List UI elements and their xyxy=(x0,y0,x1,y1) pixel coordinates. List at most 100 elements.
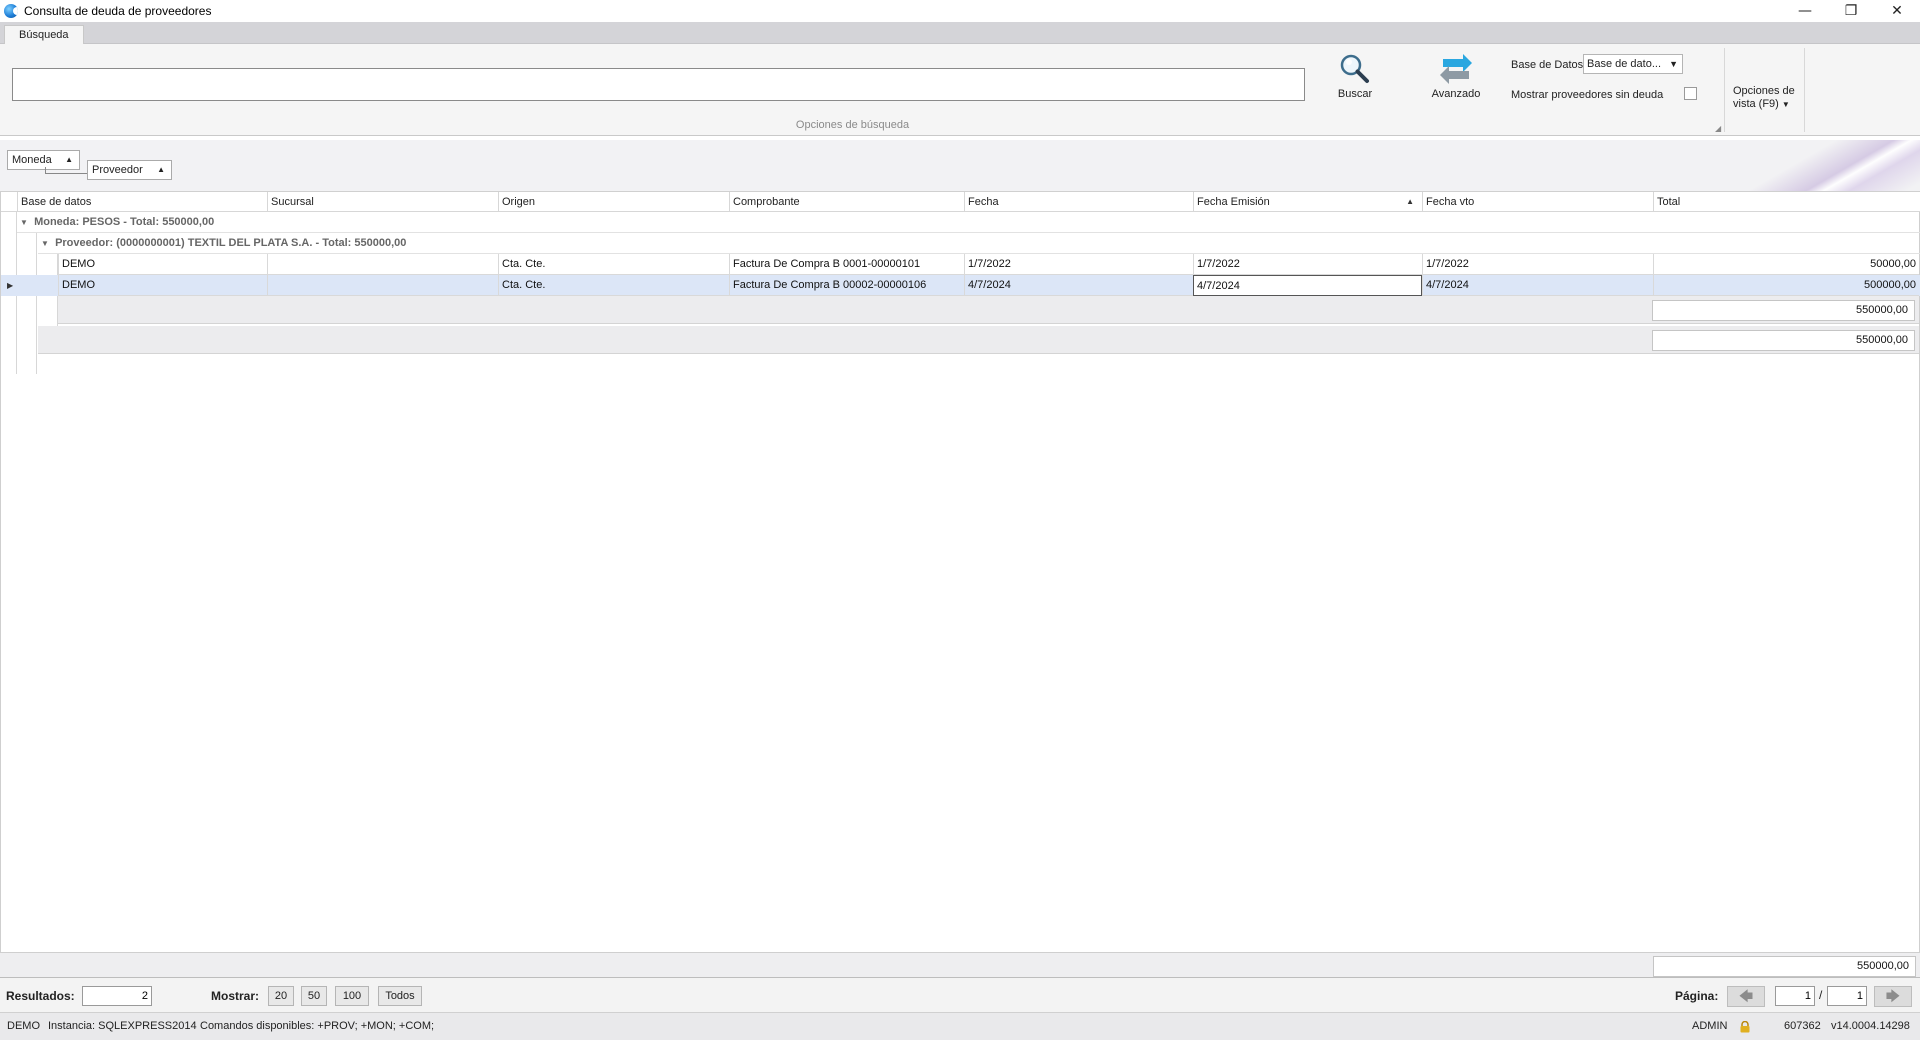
cell-fecha-vto[interactable]: 4/7/2024 xyxy=(1422,275,1653,296)
dialog-launcher-icon[interactable]: ◢ xyxy=(1715,124,1721,133)
cell-base[interactable]: DEMO xyxy=(58,254,267,275)
column-header-label: Fecha Emisión xyxy=(1197,196,1270,208)
ribbon-separator xyxy=(1804,48,1805,132)
db-select-value: Base de dato... xyxy=(1587,58,1661,70)
group-footer-moneda: 550000,00 xyxy=(38,326,1919,354)
page-current-input[interactable] xyxy=(1775,986,1815,1006)
cell-fecha-vto[interactable]: 1/7/2022 xyxy=(1422,254,1653,275)
grid-footer: 550000,00 xyxy=(0,952,1920,978)
column-header-total[interactable]: Total xyxy=(1653,192,1919,212)
current-row-icon: ▶ xyxy=(7,281,14,290)
group-chip-label: Proveedor xyxy=(92,164,143,176)
app-icon xyxy=(4,4,18,18)
cell-fecha[interactable]: 1/7/2022 xyxy=(964,254,1193,275)
page-size-50-button[interactable]: 50 xyxy=(301,986,327,1006)
window-controls: — ❐ ✕ xyxy=(1782,0,1920,22)
cell-comprobante[interactable]: Factura De Compra B 00002-00000106 xyxy=(729,275,964,296)
close-button[interactable]: ✕ xyxy=(1874,0,1920,22)
collapse-icon[interactable]: ▼ xyxy=(17,212,31,233)
group-row-label: Proveedor: (0000000001) TEXTIL DEL PLATA… xyxy=(55,237,407,249)
status-number: 607362 xyxy=(1784,1020,1821,1032)
cell-fecha-emision-focused[interactable]: 4/7/2024 xyxy=(1193,275,1422,296)
page-total-input xyxy=(1827,986,1867,1006)
restore-button[interactable]: ❐ xyxy=(1828,0,1874,22)
results-label: Resultados: xyxy=(6,989,75,1003)
column-header-fecha-vto[interactable]: Fecha vto xyxy=(1422,192,1653,212)
page-separator: / xyxy=(1819,988,1823,1002)
sort-up-icon: ▲ xyxy=(157,165,165,174)
page-size-20-button[interactable]: 20 xyxy=(268,986,294,1006)
page-size-all-button[interactable]: Todos xyxy=(378,986,422,1006)
cell-total[interactable]: 50000,00 xyxy=(1653,254,1919,275)
cell-sucursal[interactable] xyxy=(267,275,498,296)
group-row-moneda[interactable]: ▼ Moneda: PESOS - Total: 550000,00 xyxy=(17,212,1920,233)
decorative-swoosh xyxy=(1720,140,1920,191)
view-options-line1: Opciones de xyxy=(1733,85,1795,97)
window-title: Consulta de deuda de proveedores xyxy=(24,4,212,18)
group-row-label: Moneda: PESOS - Total: 550000,00 xyxy=(34,216,215,228)
avanzado-button[interactable]: Avanzado xyxy=(1421,50,1491,100)
debt-grid: Base de datos Sucursal Origen Comprobant… xyxy=(0,192,1920,952)
cell-fecha-emision[interactable]: 1/7/2022 xyxy=(1193,254,1422,275)
status-db: DEMO xyxy=(7,1020,40,1032)
column-header-comprobante[interactable]: Comprobante xyxy=(729,192,964,212)
group-chip-moneda[interactable]: Moneda ▲ xyxy=(7,150,80,170)
group-chip-label: Moneda xyxy=(12,154,52,166)
grid-header: Base de datos Sucursal Origen Comprobant… xyxy=(1,192,1920,212)
cell-sucursal[interactable] xyxy=(267,254,498,275)
chevron-down-icon: ▼ xyxy=(1669,59,1678,69)
cell-fecha[interactable]: 4/7/2024 xyxy=(964,275,1193,296)
next-page-button[interactable]: 🡆 xyxy=(1874,986,1912,1007)
minimize-button[interactable]: — xyxy=(1782,0,1828,22)
cell-comprobante[interactable]: Factura De Compra B 0001-00000101 xyxy=(729,254,964,275)
table-row[interactable]: DEMO Cta. Cte. Factura De Compra B 0001-… xyxy=(1,254,1920,275)
prev-page-button[interactable]: 🡄 xyxy=(1727,986,1765,1007)
arrow-right-icon: 🡆 xyxy=(1885,988,1901,1004)
ribbon-tab-strip: Búsqueda xyxy=(0,22,1920,45)
magnifier-icon xyxy=(1320,50,1390,88)
swap-arrows-icon xyxy=(1421,50,1491,88)
db-label: Base de Datos xyxy=(1511,59,1584,71)
db-select[interactable]: Base de dato... ▼ xyxy=(1583,54,1683,74)
cell-origen[interactable]: Cta. Cte. xyxy=(498,275,729,296)
tab-busqueda[interactable]: Búsqueda xyxy=(4,25,84,45)
column-header-base[interactable]: Base de datos xyxy=(17,192,267,212)
grand-total: 550000,00 xyxy=(1653,956,1916,977)
group-connector xyxy=(45,173,87,174)
cell-origen[interactable]: Cta. Cte. xyxy=(498,254,729,275)
page-label: Página: xyxy=(1675,989,1719,1003)
column-header-origen[interactable]: Origen xyxy=(498,192,729,212)
group-chip-proveedor[interactable]: Proveedor ▲ xyxy=(87,160,172,180)
status-bar: DEMO Instancia: SQLEXPRESS2014 Comandos … xyxy=(0,1013,1920,1040)
sort-ascending-icon: ▲ xyxy=(1406,197,1414,206)
page-size-100-button[interactable]: 100 xyxy=(335,986,369,1006)
pager-bar: Resultados: Mostrar: 20 50 100 Todos Pág… xyxy=(0,978,1920,1013)
column-header-fecha[interactable]: Fecha xyxy=(964,192,1193,212)
cell-total[interactable]: 500000,00 xyxy=(1653,275,1919,296)
sin-deuda-checkbox[interactable] xyxy=(1684,87,1697,100)
buscar-button[interactable]: Buscar xyxy=(1320,50,1390,100)
avanzado-label: Avanzado xyxy=(1431,88,1481,100)
title-bar: Consulta de deuda de proveedores — ❐ ✕ xyxy=(0,0,1920,22)
column-header-sucursal[interactable]: Sucursal xyxy=(267,192,498,212)
status-instance: Instancia: SQLEXPRESS2014 xyxy=(48,1020,197,1032)
group-row-proveedor[interactable]: ▼ Proveedor: (0000000001) TEXTIL DEL PLA… xyxy=(38,233,1920,254)
column-header-fecha-emision[interactable]: Fecha Emisión ▲ xyxy=(1193,192,1422,212)
buscar-label: Buscar xyxy=(1337,88,1373,100)
status-user: ADMIN xyxy=(1692,1020,1728,1032)
status-commands: Comandos disponibles: +PROV; +MON; +COM; xyxy=(200,1020,435,1032)
group-total-moneda: 550000,00 xyxy=(1652,330,1915,351)
group-footer-proveedor: 550000,00 xyxy=(58,296,1919,324)
collapse-icon[interactable]: ▼ xyxy=(38,233,52,254)
view-options-line2: vista (F9) xyxy=(1733,98,1779,110)
lock-icon xyxy=(1740,1021,1750,1033)
ribbon-separator xyxy=(1724,48,1725,132)
caret-down-icon: ▼ xyxy=(1781,100,1790,109)
sin-deuda-label: Mostrar proveedores sin deuda xyxy=(1511,89,1664,101)
group-total-proveedor: 550000,00 xyxy=(1652,300,1915,321)
search-input[interactable] xyxy=(12,68,1305,101)
view-options-button[interactable]: Opciones de vista (F9) ▼ xyxy=(1733,85,1795,111)
search-options-caption: Opciones de búsqueda xyxy=(795,119,910,131)
table-row-selected[interactable]: ▶ DEMO Cta. Cte. Factura De Compra B 000… xyxy=(1,275,1920,296)
cell-base[interactable]: DEMO xyxy=(58,275,267,296)
